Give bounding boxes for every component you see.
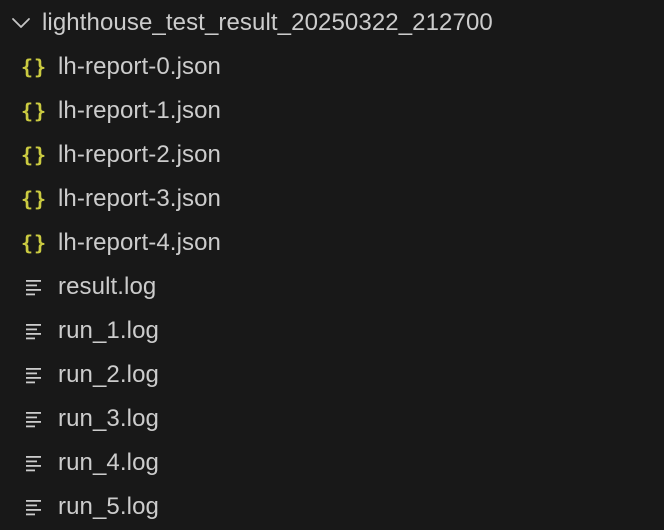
file-row-lh-report-0[interactable]: {} lh-report-0.json bbox=[0, 45, 664, 89]
folder-row[interactable]: lighthouse_test_result_20250322_212700 bbox=[0, 1, 664, 45]
file-name: run_4.log bbox=[58, 449, 159, 476]
file-row-result-log[interactable]: result.log bbox=[0, 265, 664, 309]
file-row-run-2-log[interactable]: run_2.log bbox=[0, 353, 664, 397]
file-name: run_5.log bbox=[58, 493, 159, 520]
json-braces-icon: {} bbox=[20, 187, 48, 211]
json-braces-icon: {} bbox=[20, 99, 48, 123]
file-row-lh-report-1[interactable]: {} lh-report-1.json bbox=[0, 89, 664, 133]
log-lines-icon bbox=[20, 361, 48, 389]
file-row-run-3-log[interactable]: run_3.log bbox=[0, 397, 664, 441]
file-name: lh-report-2.json bbox=[58, 141, 222, 168]
json-braces-icon: {} bbox=[20, 55, 48, 79]
log-lines-icon bbox=[20, 493, 48, 521]
file-row-lh-report-3[interactable]: {} lh-report-3.json bbox=[0, 177, 664, 221]
file-row-run-5-log[interactable]: run_5.log bbox=[0, 485, 664, 529]
file-row-lh-report-4[interactable]: {} lh-report-4.json bbox=[0, 221, 664, 265]
log-lines-icon bbox=[20, 449, 48, 477]
file-name: result.log bbox=[58, 273, 157, 300]
file-name: run_3.log bbox=[58, 405, 159, 432]
file-name: lh-report-3.json bbox=[58, 185, 222, 212]
log-lines-icon bbox=[20, 317, 48, 345]
file-name: lh-report-4.json bbox=[58, 229, 222, 256]
json-braces-icon: {} bbox=[20, 231, 48, 255]
file-name: run_2.log bbox=[58, 361, 159, 388]
file-name: run_1.log bbox=[58, 317, 159, 344]
file-row-run-1-log[interactable]: run_1.log bbox=[0, 309, 664, 353]
file-row-lh-report-2[interactable]: {} lh-report-2.json bbox=[0, 133, 664, 177]
file-explorer: lighthouse_test_result_20250322_212700 {… bbox=[0, 0, 664, 530]
chevron-down-icon[interactable] bbox=[8, 10, 34, 36]
log-lines-icon bbox=[20, 405, 48, 433]
file-row-run-4-log[interactable]: run_4.log bbox=[0, 441, 664, 485]
json-braces-icon: {} bbox=[20, 143, 48, 167]
folder-name: lighthouse_test_result_20250322_212700 bbox=[42, 9, 493, 36]
log-lines-icon bbox=[20, 273, 48, 301]
file-name: lh-report-0.json bbox=[58, 53, 222, 80]
file-name: lh-report-1.json bbox=[58, 97, 222, 124]
